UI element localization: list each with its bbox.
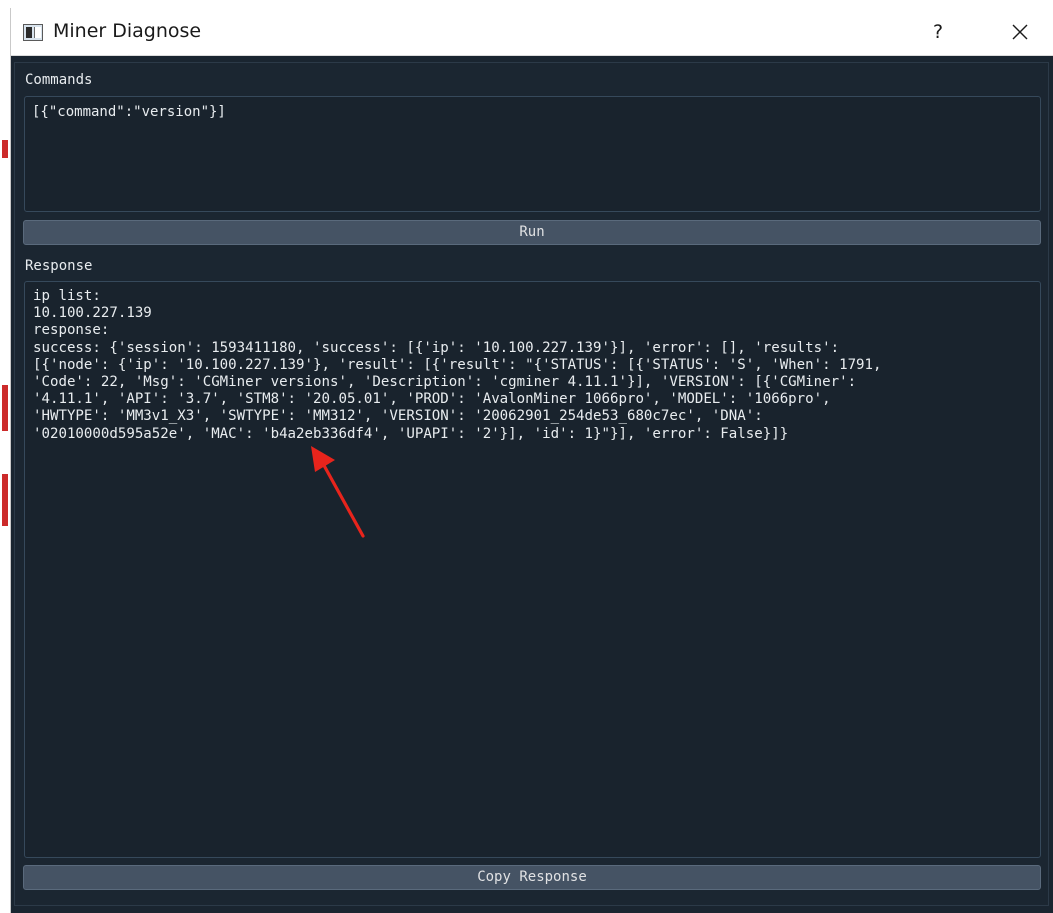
close-button[interactable] bbox=[991, 8, 1049, 56]
response-line: '4.11.1', 'API': '3.7', 'STM8': '20.05.0… bbox=[33, 391, 831, 408]
annotation-arrow-icon bbox=[311, 446, 365, 538]
response-line: success: {'session': 1593411180, 'succes… bbox=[33, 339, 840, 356]
response-output[interactable]: ip list: 10.100.227.139 response: succes… bbox=[24, 281, 1041, 858]
response-line: [{'node': {'ip': '10.100.227.139'}, 'res… bbox=[33, 356, 882, 373]
window-title: Miner Diagnose bbox=[53, 20, 202, 42]
response-line: 'HWTYPE': 'MM3v1_X3', 'SWTYPE': 'MM312',… bbox=[33, 408, 763, 425]
copy-response-button[interactable]: Copy Response bbox=[23, 865, 1041, 890]
close-icon bbox=[1012, 24, 1028, 40]
app-window-icon bbox=[23, 24, 43, 41]
run-button[interactable]: Run bbox=[23, 220, 1041, 245]
title-bar[interactable]: Miner Diagnose ? bbox=[11, 8, 1053, 56]
response-line: ip list: bbox=[33, 288, 101, 304]
help-button[interactable]: ? bbox=[909, 8, 967, 56]
commands-input[interactable]: [{"command":"version"}] bbox=[24, 96, 1041, 212]
response-label: Response bbox=[25, 258, 93, 274]
background-edge bbox=[0, 0, 10, 913]
response-line: '02010000d595a52e', 'MAC': 'b4a2eb336df4… bbox=[33, 425, 789, 442]
response-line: response: bbox=[33, 322, 110, 339]
commands-label: Commands bbox=[25, 72, 93, 88]
response-line: 10.100.227.139 bbox=[33, 305, 152, 322]
background-red-mark bbox=[2, 385, 8, 431]
miner-diagnose-dialog: Miner Diagnose ? Commands [{"command":"v… bbox=[10, 8, 1053, 913]
background-red-mark bbox=[2, 140, 8, 158]
response-line: 'Code': 22, 'Msg': 'CGMiner versions', '… bbox=[33, 374, 857, 391]
background-red-mark bbox=[2, 474, 8, 526]
